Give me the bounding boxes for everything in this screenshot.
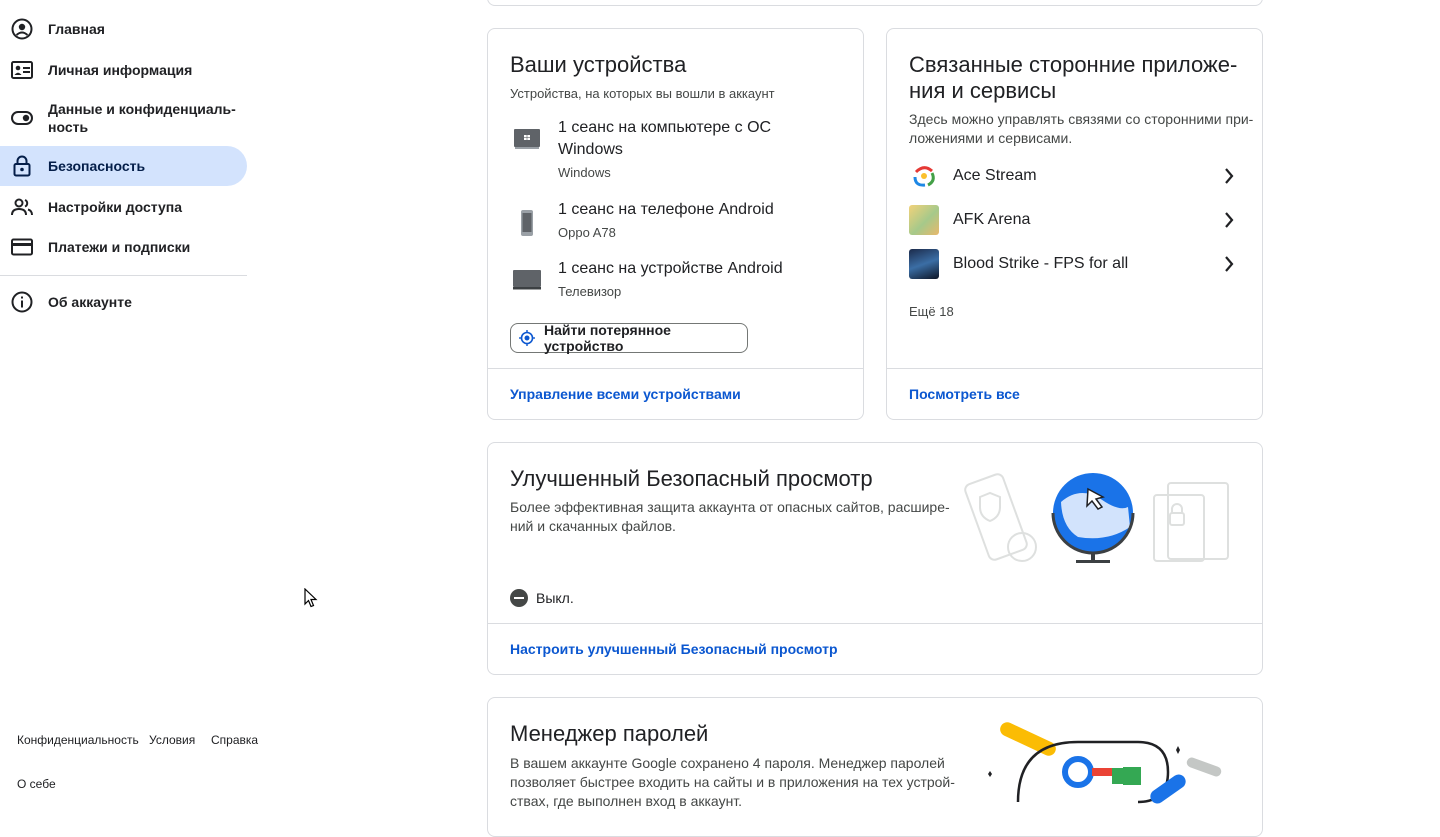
safe-browsing-subtitle: Более эффективная защита аккаунта от опа… [510, 499, 950, 534]
phone-icon [510, 199, 544, 240]
password-manager-card: Менеджер паролей В вашем аккаунте Google… [487, 697, 1263, 837]
sidebar-item-about[interactable]: Об аккаунте [0, 282, 247, 322]
ace-stream-logo-icon [909, 161, 939, 191]
sidebar-item-label: Данные и конфиденциаль- ность [48, 101, 236, 135]
find-lost-device-label: Найти потерянное устройство [544, 322, 671, 354]
laptop-icon [510, 117, 544, 180]
blood-strike-logo-icon [909, 249, 939, 279]
app-row-ace-stream[interactable]: Ace Stream [909, 161, 1239, 191]
status-label: Выкл. [536, 590, 574, 606]
device-title: 1 сеанс на телефоне Android [558, 201, 774, 218]
card-divider [887, 368, 1262, 369]
devices-card: Ваши устройства Устройства, на которых в… [487, 28, 864, 420]
previous-card [487, 0, 1263, 6]
card-divider [488, 623, 1262, 624]
apps-title: Связанные сторонние приложе- ния и серви… [909, 52, 1238, 103]
sidebar-item-payments[interactable]: Платежи и подписки [0, 227, 247, 267]
device-title: 1 сеанс на устройстве Android [558, 260, 783, 277]
tv-icon [510, 258, 544, 299]
info-icon [11, 291, 33, 313]
toggle-icon [11, 107, 33, 129]
footer-terms-link[interactable]: Условия [149, 733, 195, 747]
device-subtitle: Windows [558, 165, 611, 180]
credit-card-icon [11, 236, 33, 258]
device-subtitle: Телевизор [558, 284, 622, 299]
manage-devices-link[interactable]: Управление всеми устройствами [510, 386, 741, 402]
afk-arena-logo-icon [909, 205, 939, 235]
sidebar-item-people-sharing[interactable]: Настройки доступа [0, 187, 247, 227]
devices-title: Ваши устройства [510, 52, 687, 77]
device-row-windows[interactable]: 1 сеанс на компьютере с ОС Windows Windo… [510, 117, 840, 180]
account-circle-icon [11, 18, 33, 40]
find-lost-device-button[interactable]: Найти потерянное устройство [510, 322, 748, 354]
app-name: Blood Strike - FPS for all [953, 255, 1129, 272]
location-target-icon [519, 330, 535, 346]
sidebar-item-security[interactable]: Безопасность [0, 146, 247, 186]
safe-browsing-status: Выкл. [510, 589, 574, 607]
id-card-icon [11, 59, 33, 81]
chevron-right-icon [1219, 254, 1239, 274]
safe-browsing-illustration [964, 473, 1229, 563]
sidebar-item-personal-info[interactable]: Личная информация [0, 50, 247, 90]
card-divider [488, 368, 863, 369]
app-row-afk-arena[interactable]: AFK Arena [909, 205, 1239, 235]
chevron-right-icon [1219, 210, 1239, 230]
third-party-apps-card: Связанные сторонние приложе- ния и серви… [886, 28, 1263, 420]
app-name: Ace Stream [953, 167, 1037, 184]
password-manager-title: Менеджер паролей [510, 721, 709, 746]
sidebar-divider [0, 275, 247, 276]
apps-subtitle: Здесь можно управлять связями со сторонн… [909, 111, 1254, 146]
sidebar-item-home[interactable]: Главная [0, 9, 247, 49]
device-title: 1 сеанс на компьютере с ОС Windows [558, 119, 772, 158]
sidebar-item-data-privacy[interactable]: Данные и конфиденциаль- ность [0, 96, 247, 140]
lock-icon [11, 155, 33, 177]
apps-more-count: Ещё 18 [909, 304, 954, 319]
sidebar-item-label: Об аккаунте [48, 294, 132, 310]
sidebar-item-label: Главная [48, 21, 105, 37]
sidebar-item-label: Личная информация [48, 62, 193, 78]
safe-browsing-card: Улучшенный Безопасный просмотр Более эфф… [487, 442, 1263, 675]
configure-safe-browsing-link[interactable]: Настроить улучшенный Безопасный просмотр [510, 641, 838, 657]
password-manager-text: В вашем аккаунте Google сохранено 4 паро… [510, 755, 955, 809]
device-row-tv[interactable]: 1 сеанс на устройстве Android Телевизор [510, 258, 840, 299]
sidebar: Главная Личная информация Данные и конфи… [0, 0, 260, 800]
sidebar-item-label: Платежи и подписки [48, 239, 191, 255]
device-subtitle: Oppo A78 [558, 225, 616, 240]
mouse-cursor-icon [304, 588, 318, 608]
sidebar-item-label: Безопасность [48, 158, 146, 174]
footer-privacy-link[interactable]: Конфиденциальность [17, 733, 139, 747]
safe-browsing-title: Улучшенный Безопасный просмотр [510, 466, 873, 491]
app-name: AFK Arena [953, 211, 1031, 228]
app-row-blood-strike[interactable]: Blood Strike - FPS for all [909, 249, 1239, 279]
password-manager-illustration [988, 722, 1222, 804]
view-all-apps-link[interactable]: Посмотреть все [909, 386, 1020, 402]
device-row-phone[interactable]: 1 сеанс на телефоне Android Oppo A78 [510, 199, 840, 240]
devices-subtitle: Устройства, на которых вы вошли в аккаун… [510, 86, 775, 101]
off-status-icon [510, 589, 528, 607]
footer-help-link[interactable]: Справка [211, 733, 258, 747]
chevron-right-icon [1219, 166, 1239, 186]
footer-about-link[interactable]: О себе [17, 777, 56, 791]
sidebar-item-label: Настройки доступа [48, 199, 183, 215]
people-icon [11, 196, 33, 218]
